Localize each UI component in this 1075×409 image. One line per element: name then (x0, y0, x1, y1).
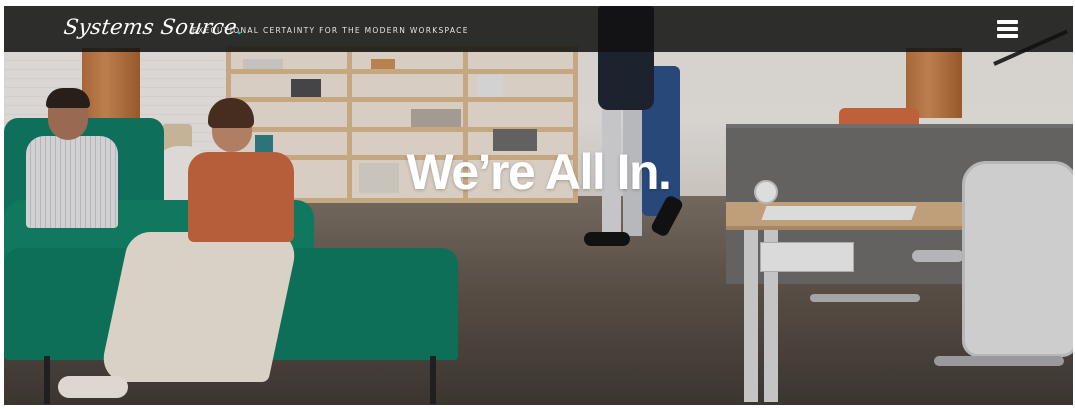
hero-background-image (4, 6, 1073, 405)
hamburger-menu-icon[interactable] (997, 18, 1025, 40)
hero-frame: Systems Source. EXECUTIONAL CERTAINTY FO… (4, 6, 1073, 405)
image-overlay (4, 6, 1073, 405)
hero-headline: We’re All In. (406, 144, 672, 200)
site-header: Systems Source. EXECUTIONAL CERTAINTY FO… (4, 6, 1073, 52)
brand-tagline: EXECUTIONAL CERTAINTY FOR THE MODERN WOR… (192, 26, 469, 35)
